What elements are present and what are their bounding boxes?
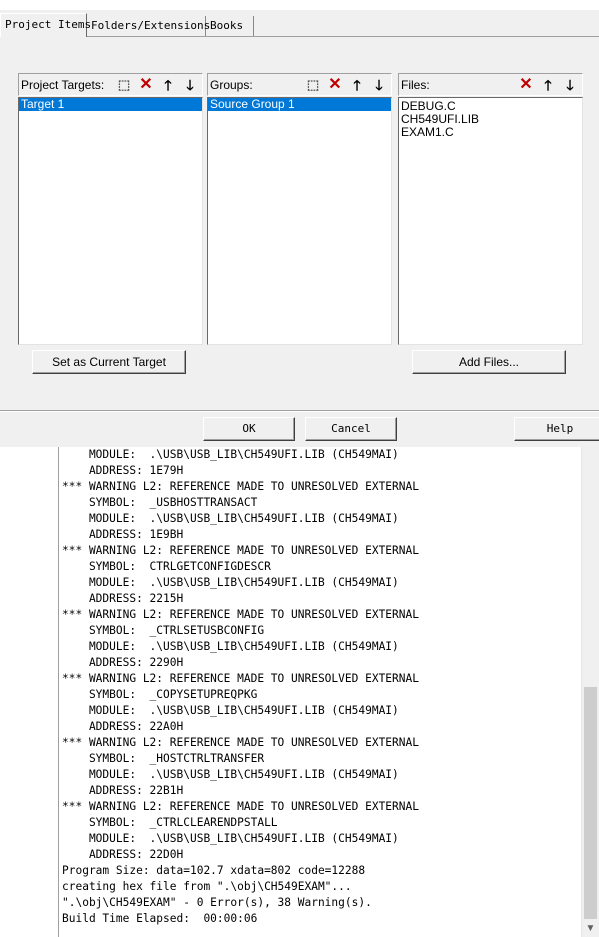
output-line: *** WARNING L2: REFERENCE MADE TO UNRESO…	[62, 480, 419, 493]
output-line: MODULE: .\USB\USB_LIB\CH549UFI.LIB (CH54…	[62, 768, 399, 781]
delete-icon[interactable]: ✕	[516, 76, 536, 94]
output-line: MODULE: .\USB\USB_LIB\CH549UFI.LIB (CH54…	[62, 704, 399, 717]
list-item-target[interactable]: Target 1	[19, 98, 202, 111]
output-line: SYMBOL: CTRLGETCONFIGDESCR	[62, 560, 271, 573]
move-up-icon[interactable]: 🡑	[538, 76, 558, 94]
output-line: *** WARNING L2: REFERENCE MADE TO UNRESO…	[62, 672, 419, 685]
ok-button[interactable]: OK	[203, 417, 295, 441]
output-line: *** WARNING L2: REFERENCE MADE TO UNRESO…	[62, 544, 419, 557]
files-panel-header: Files: ✕ 🡑 🡓	[398, 73, 583, 96]
output-line: ADDRESS: 22A0H	[62, 720, 184, 733]
delete-icon[interactable]: ✕	[136, 76, 156, 94]
output-line: SYMBOL: _COPYSETUPREQPKG	[62, 688, 258, 701]
move-down-icon[interactable]: 🡓	[369, 76, 389, 94]
output-line: ADDRESS: 1E79H	[62, 464, 184, 477]
tab-books[interactable]: Books	[206, 16, 254, 36]
new-item-icon[interactable]: ⬚	[303, 76, 323, 94]
output-line: ADDRESS: 2290H	[62, 656, 184, 669]
components-dialog: Project Items Folders/Extensions Books P…	[0, 0, 599, 447]
build-output-text[interactable]: MODULE: .\USB\USB_LIB\CH549UFI.LIB (CH54…	[62, 447, 580, 935]
output-line: SYMBOL: _USBHOSTTRANSACT	[62, 496, 258, 509]
output-line: Program Size: data=102.7 xdata=802 code=…	[62, 864, 366, 877]
targets-label: Project Targets:	[21, 78, 105, 92]
output-line: *** WARNING L2: REFERENCE MADE TO UNRESO…	[62, 736, 419, 749]
set-current-target-button[interactable]: Set as Current Target	[32, 350, 186, 374]
divider	[0, 411, 599, 412]
move-down-icon[interactable]: 🡓	[560, 76, 580, 94]
output-line: MODULE: .\USB\USB_LIB\CH549UFI.LIB (CH54…	[62, 576, 399, 589]
targets-panel-header: Project Targets: ⬚ ✕ 🡑 🡓	[18, 73, 203, 96]
output-line: ADDRESS: 2215H	[62, 592, 184, 605]
list-item-group[interactable]: Source Group 1	[208, 98, 391, 111]
targets-list[interactable]: Target 1	[18, 97, 203, 345]
groups-panel-header: Groups: ⬚ ✕ 🡑 🡓	[207, 73, 392, 96]
scrollbar-thumb[interactable]	[584, 687, 597, 919]
output-scrollbar[interactable]: ▼	[581, 447, 599, 937]
output-line: MODULE: .\USB\USB_LIB\CH549UFI.LIB (CH54…	[62, 640, 399, 653]
output-line: *** WARNING L2: REFERENCE MADE TO UNRESO…	[62, 608, 419, 621]
cancel-button[interactable]: Cancel	[305, 417, 397, 441]
files-label: Files:	[401, 78, 430, 92]
delete-icon[interactable]: ✕	[325, 76, 345, 94]
dialog-title-strip	[0, 0, 599, 10]
output-line: ADDRESS: 22D0H	[62, 848, 184, 861]
output-left-border	[58, 447, 59, 937]
output-line: SYMBOL: _CTRLSETUSBCONFIG	[62, 624, 265, 637]
groups-label: Groups:	[210, 78, 253, 92]
help-button[interactable]: Help	[514, 417, 599, 441]
tab-divider	[87, 36, 599, 37]
output-line: MODULE: .\USB\USB_LIB\CH549UFI.LIB (CH54…	[62, 512, 399, 525]
move-up-icon[interactable]: 🡑	[347, 76, 367, 94]
move-down-icon[interactable]: 🡓	[180, 76, 200, 94]
move-up-icon[interactable]: 🡑	[158, 76, 178, 94]
tab-project-items[interactable]: Project Items	[0, 13, 91, 37]
output-line: ADDRESS: 1E9BH	[62, 528, 184, 541]
output-line: SYMBOL: _HOSTCTRLTRANSFER	[62, 752, 265, 765]
output-line: MODULE: .\USB\USB_LIB\CH549UFI.LIB (CH54…	[62, 832, 399, 845]
output-line: Build Time Elapsed: 00:00:06	[62, 912, 258, 925]
output-line: creating hex file from ".\obj\CH549EXAM"…	[62, 880, 352, 893]
scroll-down-arrow-icon[interactable]: ▼	[582, 920, 599, 937]
output-line: MODULE: .\USB\USB_LIB\CH549UFI.LIB (CH54…	[62, 448, 399, 461]
output-line: SYMBOL: _CTRLCLEARENDPSTALL	[62, 816, 278, 829]
add-files-button[interactable]: Add Files...	[412, 350, 566, 374]
tab-folders-extensions[interactable]: Folders/Extensions	[87, 16, 210, 36]
groups-list[interactable]: Source Group 1	[207, 97, 392, 345]
output-line: ".\obj\CH549EXAM" - 0 Error(s), 38 Warni…	[62, 896, 372, 909]
files-list[interactable]: DEBUG.C CH549UFI.LIB EXAM1.C	[398, 97, 583, 345]
list-item-file[interactable]: EXAM1.C	[399, 126, 582, 139]
output-line: ADDRESS: 22B1H	[62, 784, 184, 797]
new-item-icon[interactable]: ⬚	[114, 76, 134, 94]
output-line: *** WARNING L2: REFERENCE MADE TO UNRESO…	[62, 800, 419, 813]
